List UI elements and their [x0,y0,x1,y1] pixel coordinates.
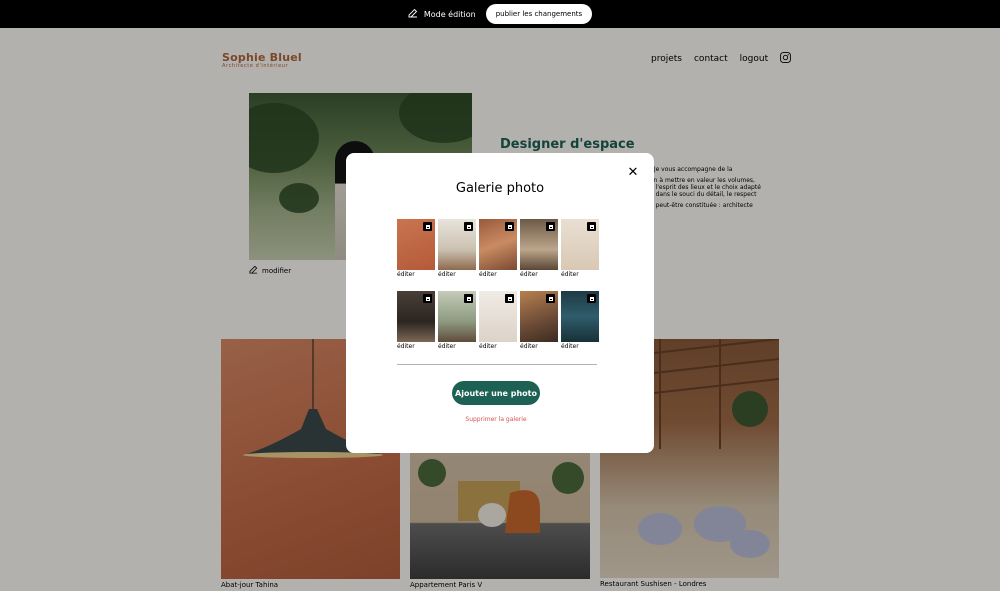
edit-link[interactable]: éditer [397,343,435,350]
edit-link[interactable]: éditer [561,343,599,350]
thumbnail-image [479,291,517,342]
thumbnail-image [561,219,599,270]
edit-link[interactable]: éditer [438,343,476,350]
thumbnail-grid: éditer éditer éditer éditer éditer édite… [397,219,602,350]
trash-icon[interactable] [423,294,432,303]
trash-icon[interactable] [423,222,432,231]
edit-link[interactable]: éditer [438,271,476,278]
edit-mode-indicator: Mode édition [408,8,476,20]
trash-icon[interactable] [546,222,555,231]
edit-link[interactable]: éditer [561,271,599,278]
thumbnail-image [438,291,476,342]
edit-mode-label: Mode édition [423,9,476,19]
trash-icon[interactable] [587,222,596,231]
gallery-thumbnail: éditer [438,219,476,278]
trash-icon[interactable] [546,294,555,303]
thumbnail-image [520,291,558,342]
thumbnail-image [438,219,476,270]
close-icon[interactable]: ✕ [626,166,640,180]
modal-title: Galerie photo [455,181,545,196]
trash-icon[interactable] [464,294,473,303]
gallery-thumbnail: éditer [561,219,599,278]
trash-icon[interactable] [587,294,596,303]
gallery-thumbnail: éditer [520,291,558,350]
gallery-thumbnail: éditer [561,291,599,350]
thumbnail-image [479,219,517,270]
gallery-thumbnail: éditer [397,291,435,350]
edit-mode-bar: Mode édition publier les changements [0,0,1000,28]
edit-link[interactable]: éditer [397,271,435,278]
edit-link[interactable]: éditer [520,271,558,278]
delete-gallery-link[interactable]: Supprimer la galerie [346,416,646,423]
edit-link[interactable]: éditer [479,343,517,350]
add-photo-button[interactable]: Ajouter une photo [452,381,540,405]
trash-icon[interactable] [505,222,514,231]
edit-link[interactable]: éditer [520,343,558,350]
thumbnail-image [397,291,435,342]
edit-link[interactable]: éditer [479,271,517,278]
thumbnail-image [561,291,599,342]
trash-icon[interactable] [464,222,473,231]
gallery-thumbnail: éditer [397,219,435,278]
gallery-thumbnail: éditer [479,291,517,350]
edit-icon [408,8,418,20]
thumbnail-image [397,219,435,270]
gallery-thumbnail: éditer [520,219,558,278]
gallery-thumbnail: éditer [479,219,517,278]
publish-button[interactable]: publier les changements [485,4,593,24]
modal-divider [397,364,597,365]
gallery-modal: ✕ Galerie photo éditer éditer éditer édi… [346,153,654,453]
trash-icon[interactable] [505,294,514,303]
thumbnail-image [520,219,558,270]
gallery-thumbnail: éditer [438,291,476,350]
